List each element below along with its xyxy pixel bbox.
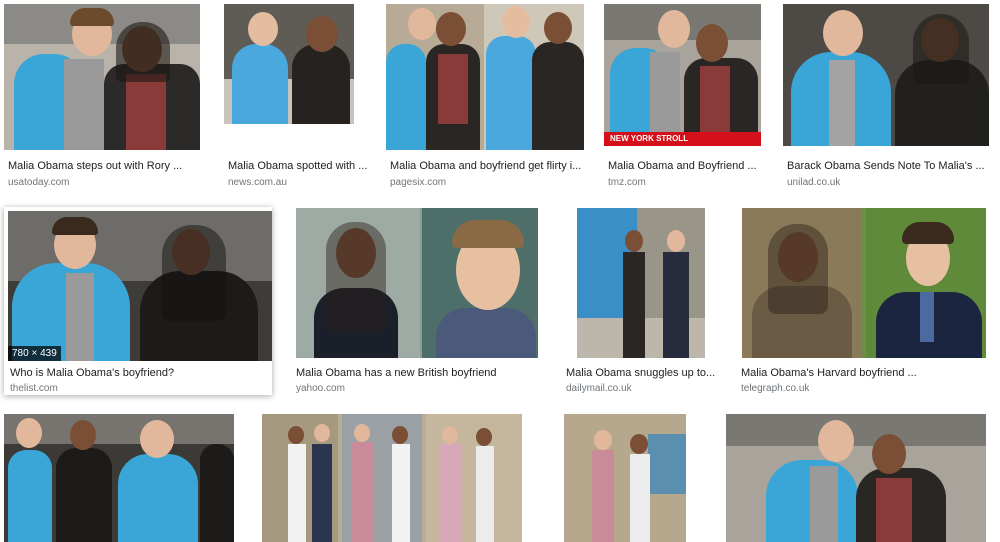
result-caption[interactable]: Malia Obama has a new British boyfriend xyxy=(296,367,497,379)
result-tile-13[interactable] xyxy=(726,414,988,542)
tmz-banner-text: NEW YORK STROLL xyxy=(610,134,689,143)
result-thumbnail[interactable] xyxy=(564,414,686,542)
result-tile-11[interactable] xyxy=(262,414,524,542)
result-thumbnail[interactable] xyxy=(224,4,354,124)
result-caption[interactable]: Malia Obama spotted with ... xyxy=(228,160,367,172)
result-tile-7[interactable]: Malia Obama has a new British boyfriend … xyxy=(292,207,552,395)
result-source[interactable]: dailymail.co.uk xyxy=(566,383,632,394)
result-caption[interactable]: Malia Obama and Boyfriend ... xyxy=(608,160,757,172)
result-thumbnail[interactable] xyxy=(577,208,705,358)
result-source[interactable]: unilad.co.uk xyxy=(787,177,840,188)
result-caption[interactable]: Who is Malia Obama's boyfriend? xyxy=(10,367,174,379)
result-thumbnail[interactable] xyxy=(4,414,234,542)
result-tile-2[interactable]: Malia Obama spotted with ... news.com.au xyxy=(224,4,384,194)
result-tile-6[interactable]: 780 × 439 Who is Malia Obama's boyfriend… xyxy=(4,207,272,395)
result-caption[interactable]: Malia Obama's Harvard boyfriend ... xyxy=(741,367,917,379)
result-source[interactable]: thelist.com xyxy=(10,383,58,394)
result-caption[interactable]: Malia Obama steps out with Rory ... xyxy=(8,160,182,172)
result-thumbnail[interactable] xyxy=(742,208,986,358)
image-dimensions: 780 × 439 xyxy=(8,346,61,361)
result-source[interactable]: news.com.au xyxy=(228,177,287,188)
result-source[interactable]: yahoo.com xyxy=(296,383,345,394)
result-source[interactable]: tmz.com xyxy=(608,177,646,188)
result-thumbnail[interactable] xyxy=(783,4,989,146)
result-thumbnail[interactable] xyxy=(386,4,584,150)
result-tile-1[interactable]: Malia Obama steps out with Rory ... usat… xyxy=(4,4,204,194)
result-thumbnail[interactable] xyxy=(4,4,200,150)
result-tile-9[interactable]: Malia Obama's Harvard boyfriend ... tele… xyxy=(737,207,995,395)
result-source[interactable]: pagesix.com xyxy=(390,177,446,188)
result-caption[interactable]: Malia Obama snuggles up to... xyxy=(566,367,715,379)
result-thumbnail[interactable] xyxy=(726,414,986,542)
result-caption[interactable]: Malia Obama and boyfriend get flirty i..… xyxy=(390,160,581,172)
result-tile-5[interactable]: Barack Obama Sends Note To Malia's ... u… xyxy=(783,4,993,194)
result-source[interactable]: telegraph.co.uk xyxy=(741,383,809,394)
result-tile-10[interactable] xyxy=(4,414,236,542)
result-tile-8[interactable]: Malia Obama snuggles up to... dailymail.… xyxy=(562,207,732,395)
result-tile-4[interactable]: NEW YORK STROLL Malia Obama and Boyfrien… xyxy=(604,4,774,194)
tmz-banner: NEW YORK STROLL xyxy=(604,132,761,146)
result-tile-12[interactable] xyxy=(548,414,702,542)
result-thumbnail[interactable] xyxy=(296,208,538,358)
result-caption[interactable]: Barack Obama Sends Note To Malia's ... xyxy=(787,160,985,172)
result-thumbnail[interactable] xyxy=(262,414,522,542)
result-thumbnail[interactable]: 780 × 439 xyxy=(8,211,272,361)
result-source[interactable]: usatoday.com xyxy=(8,177,70,188)
result-thumbnail[interactable]: NEW YORK STROLL xyxy=(604,4,761,146)
result-tile-3[interactable]: Malia Obama and boyfriend get flirty i..… xyxy=(386,4,586,194)
